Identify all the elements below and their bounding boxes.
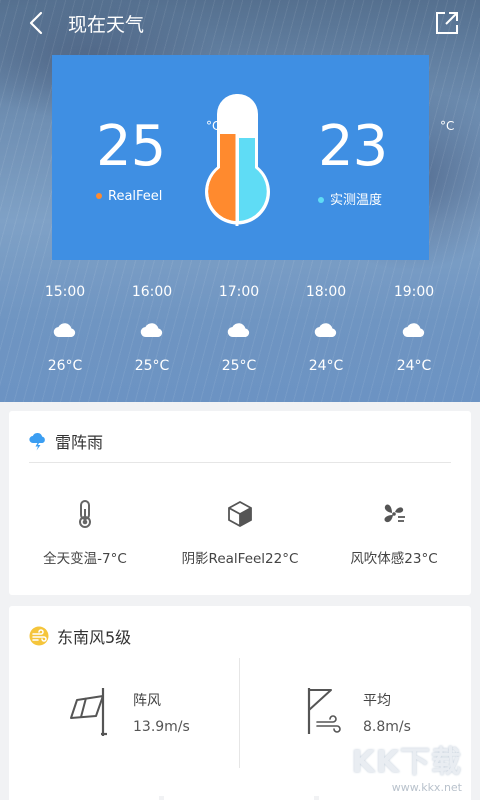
measured-block: 23 °C 实测温度 — [318, 114, 454, 208]
hour-time: 19:00 — [393, 284, 435, 300]
cloudy-icon — [53, 323, 76, 338]
measured-value: 23 — [318, 114, 388, 179]
next-card-partial — [9, 785, 159, 800]
wind-icon — [29, 626, 49, 646]
measured-label: 实测温度 — [330, 193, 383, 208]
cloudy-icon — [140, 323, 163, 338]
hour-time: 18:00 — [305, 284, 347, 300]
realfeel-label: RealFeel — [108, 189, 163, 204]
cloudy-icon — [314, 323, 337, 338]
average-value: 8.8m/s — [363, 719, 411, 735]
hour-time: 16:00 — [131, 284, 173, 300]
realfeel-dot — [96, 192, 102, 199]
hourly-item[interactable]: 16:00 25°C — [112, 282, 192, 374]
page-title: 现在天气 — [68, 14, 145, 36]
watermark-url: www.kkx.net — [391, 781, 462, 794]
share-external-icon[interactable] — [434, 10, 460, 36]
condition-card: 雷阵雨 全天变温-7°C 阴影RealFeel22°C 风吹体感23°C — [9, 411, 471, 595]
next-card-partial — [164, 785, 314, 800]
hour-temp: 25°C — [134, 358, 170, 374]
gust-label: 阵风 — [133, 693, 161, 709]
thermometer-graphic-icon — [205, 94, 270, 226]
average-label: 平均 — [363, 693, 391, 709]
realfeel-value: 25 — [96, 114, 166, 179]
shade-cube-icon — [228, 500, 252, 528]
stat-temp-range-text: 全天变温-7°C — [43, 551, 127, 567]
hour-temp: 24°C — [396, 358, 432, 374]
flag-wind-icon — [307, 688, 341, 734]
back-arrow-icon[interactable] — [22, 8, 52, 38]
condition-header: 雷阵雨 — [29, 429, 103, 453]
stat-shade-realfeel: 阴影RealFeel22°C — [169, 499, 311, 567]
stat-temp-range: 全天变温-7°C — [35, 499, 135, 567]
temperature-card: 25 °C RealFeel 23 °C 实测温度 — [52, 55, 454, 260]
realfeel-block: 25 °C RealFeel — [96, 114, 220, 204]
top-bar: 现在天气 — [0, 0, 480, 46]
hour-time: 15:00 — [44, 284, 86, 300]
watermark: KK下载 www.kkx.net — [352, 737, 463, 794]
measured-label-row: 实测温度 — [318, 189, 382, 208]
hourly-forecast: 15:00 26°C 16:00 25°C 17:00 25°C 18:00 2… — [0, 282, 480, 392]
fan-icon — [384, 504, 405, 523]
cloudy-icon — [227, 323, 250, 338]
stat-windchill: 风吹体感23°C — [342, 499, 446, 567]
divider — [29, 462, 451, 463]
stat-windchill-text: 风吹体感23°C — [350, 551, 438, 567]
hour-temp: 24°C — [308, 358, 344, 374]
hourly-item[interactable]: 17:00 25°C — [199, 282, 279, 374]
condition-title: 雷阵雨 — [55, 433, 104, 452]
gust-item: 阵风 13.9m/s — [69, 686, 190, 738]
stat-shade-realfeel-text: 阴影RealFeel22°C — [181, 551, 299, 567]
wind-title: 东南风5级 — [57, 628, 132, 647]
weather-hero-background: 现在天气 25 °C RealFeel 23 °C 实测温度 15:00 26°… — [0, 0, 480, 402]
measured-unit: °C — [440, 119, 455, 133]
measured-dot — [318, 196, 324, 203]
divider — [239, 658, 240, 768]
thunderstorm-icon — [29, 432, 45, 451]
thermometer-icon — [79, 500, 91, 528]
hour-temp: 25°C — [221, 358, 257, 374]
hourly-item[interactable]: 15:00 26°C — [25, 282, 105, 374]
watermark-logo: KK下载 — [351, 745, 462, 780]
wind-header: 东南风5级 — [29, 624, 131, 648]
gust-value: 13.9m/s — [133, 719, 190, 735]
realfeel-label-row: RealFeel — [96, 189, 162, 204]
average-item: 平均 8.8m/s — [305, 686, 411, 736]
cloudy-icon — [402, 323, 425, 338]
hour-time: 17:00 — [218, 284, 260, 300]
hourly-item[interactable]: 18:00 24°C — [286, 282, 366, 374]
hour-temp: 26°C — [47, 358, 83, 374]
windsock-icon — [70, 688, 107, 736]
hourly-item[interactable]: 19:00 24°C — [374, 282, 454, 374]
